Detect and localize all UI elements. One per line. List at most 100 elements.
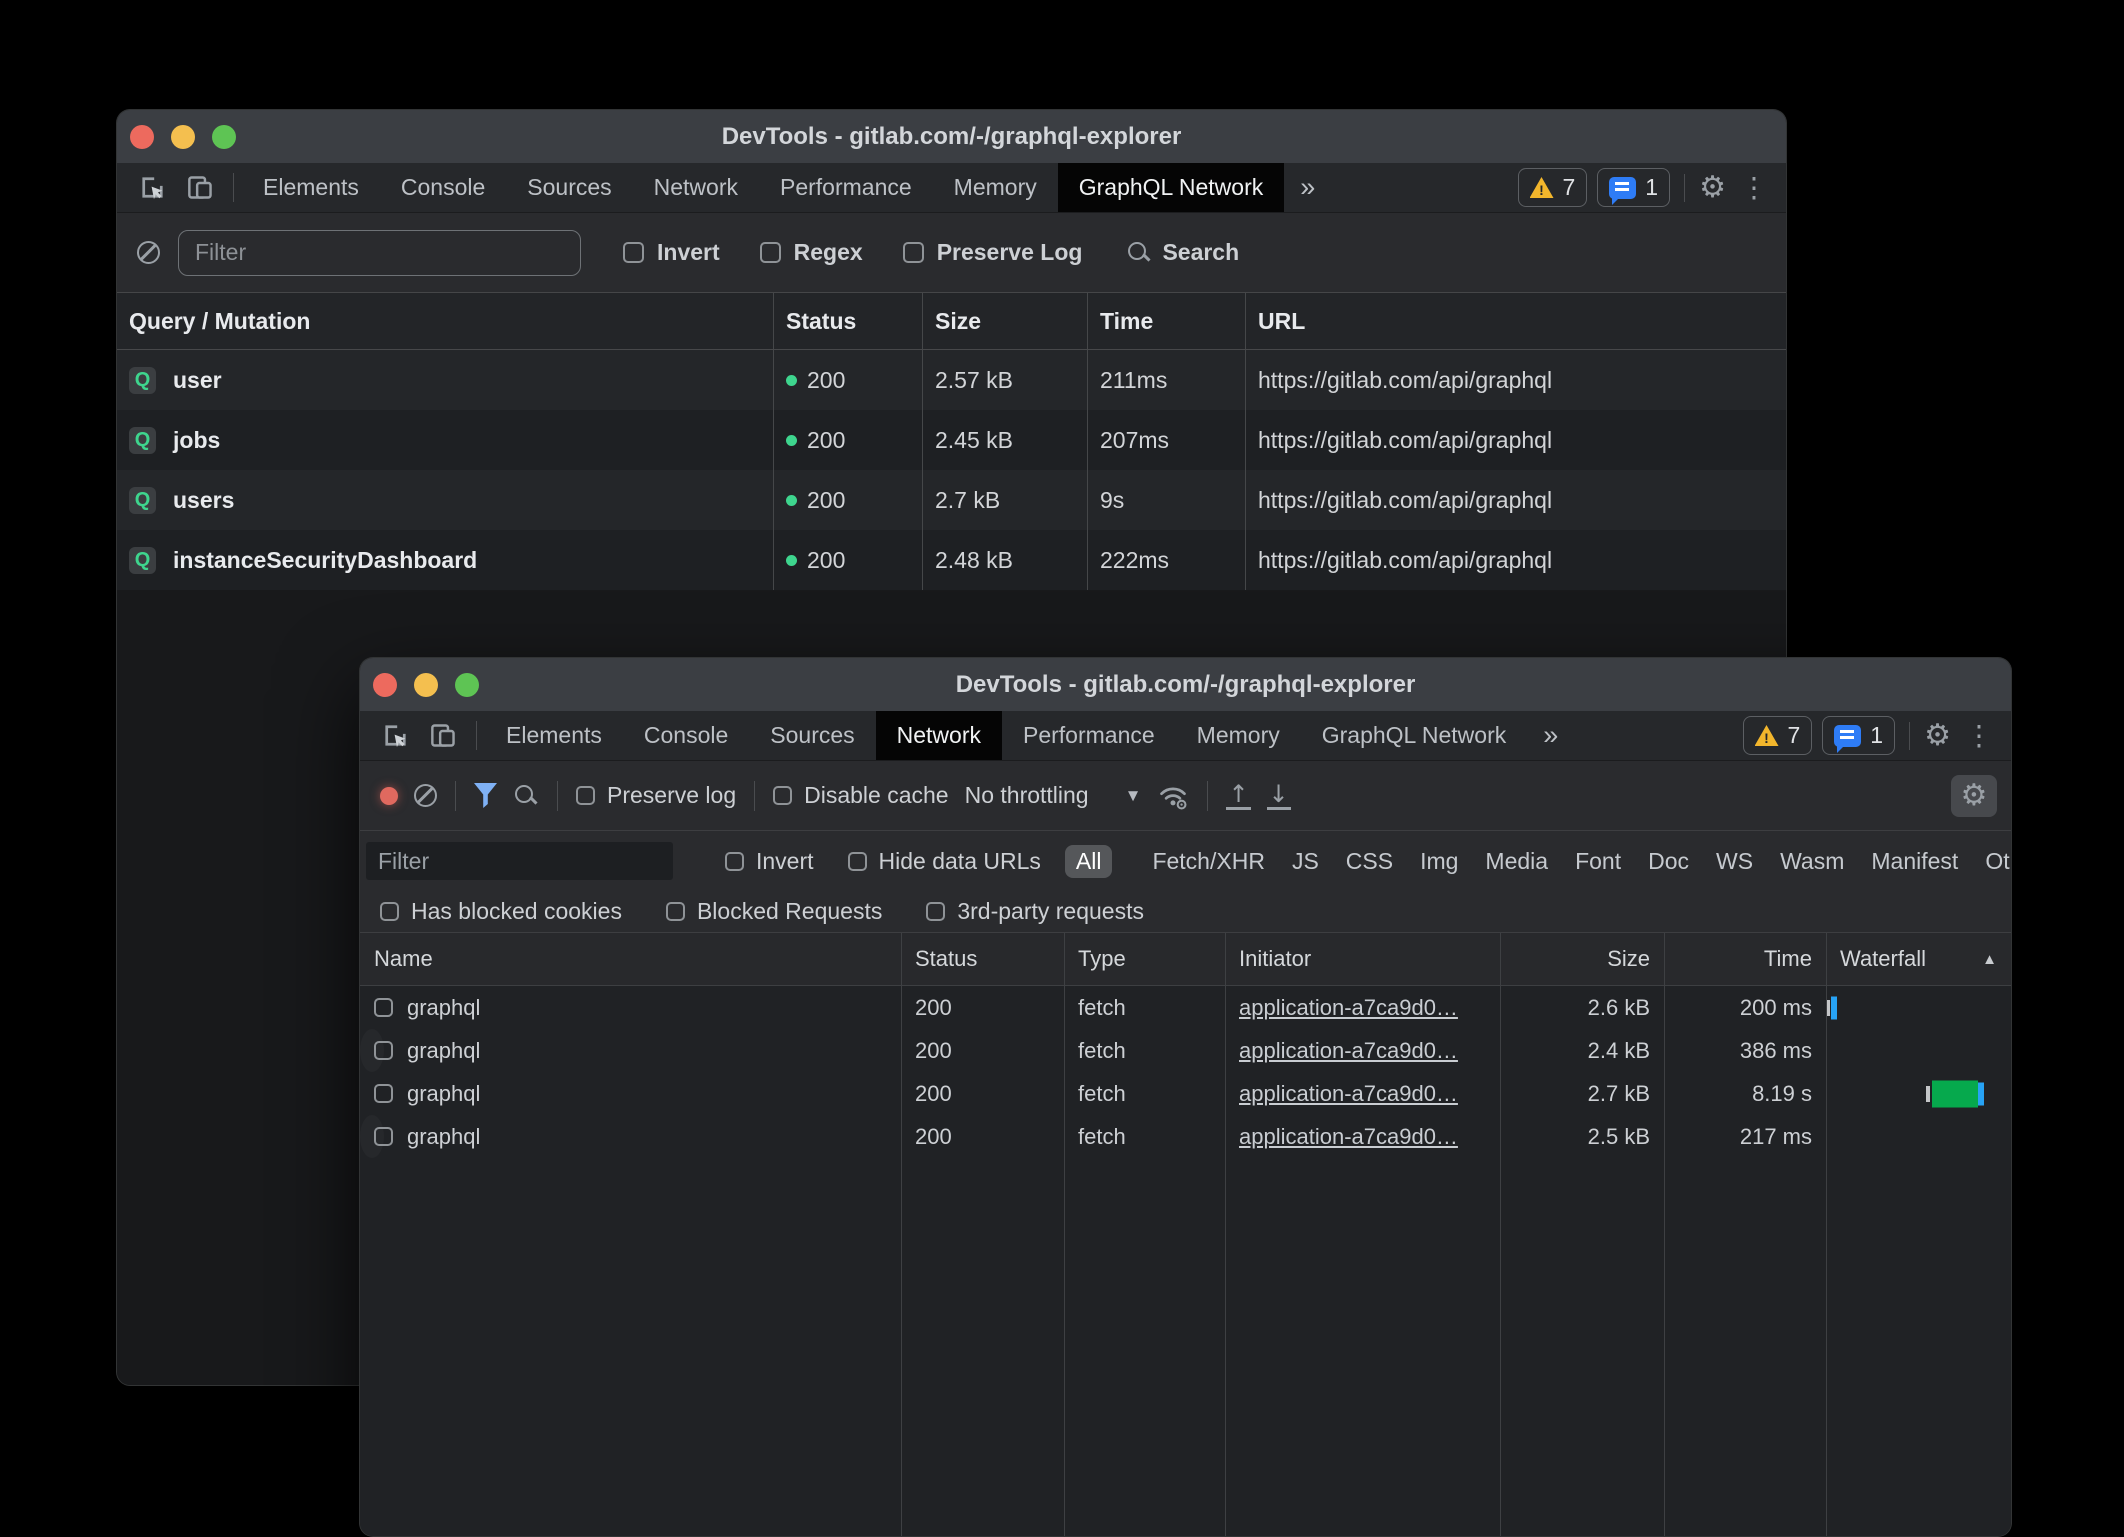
filter-funnel-icon[interactable] <box>474 783 497 808</box>
checkbox-icon[interactable] <box>623 242 644 263</box>
disable-cache-checkbox[interactable]: Disable cache <box>773 782 948 809</box>
more-tabs-chevron[interactable]: » <box>1284 163 1331 212</box>
search-icon[interactable] <box>513 783 539 809</box>
column-header-name[interactable]: Name <box>360 933 901 985</box>
tab-memory[interactable]: Memory <box>933 163 1058 212</box>
throttling-dropdown[interactable]: No throttling ▼ <box>965 782 1142 809</box>
network-conditions-icon[interactable] <box>1157 782 1189 810</box>
preserve-log-checkbox[interactable]: Preserve Log <box>903 239 1083 266</box>
initiator-link[interactable]: application-a7ca9d0… <box>1239 1124 1458 1150</box>
blocked-requests-checkbox[interactable]: Blocked Requests <box>666 898 882 925</box>
checkbox-icon[interactable] <box>725 852 744 871</box>
filter-type-media[interactable]: Media <box>1485 848 1548 875</box>
checkbox-icon[interactable] <box>576 786 595 805</box>
settings-gear-icon[interactable]: ⚙ <box>1699 173 1726 203</box>
tab-console[interactable]: Console <box>380 163 506 212</box>
filter-type-wasm[interactable]: Wasm <box>1780 848 1844 875</box>
tab-console[interactable]: Console <box>623 711 749 760</box>
table-row[interactable]: Q instanceSecurityDashboard 200 2.48 kB … <box>117 530 1786 590</box>
device-toolbar-icon[interactable] <box>419 711 468 760</box>
column-header-size[interactable]: Size <box>923 293 1088 349</box>
row-checkbox[interactable] <box>374 1127 393 1146</box>
invert-checkbox[interactable]: Invert <box>725 848 814 875</box>
issues-badge[interactable]: 1 <box>1597 168 1670 207</box>
settings-gear-icon[interactable]: ⚙ <box>1924 721 1951 751</box>
hide-data-urls-checkbox[interactable]: Hide data URLs <box>848 848 1041 875</box>
column-header-time[interactable]: Time <box>1664 933 1826 985</box>
tab-memory[interactable]: Memory <box>1176 711 1301 760</box>
checkbox-icon[interactable] <box>773 786 792 805</box>
initiator-link[interactable]: application-a7ca9d0… <box>1239 995 1458 1021</box>
inspect-element-icon[interactable] <box>129 163 176 212</box>
search-button[interactable]: Search <box>1126 239 1239 266</box>
filter-type-doc[interactable]: Doc <box>1648 848 1689 875</box>
third-party-requests-checkbox[interactable]: 3rd-party requests <box>926 898 1144 925</box>
titlebar[interactable]: DevTools - gitlab.com/-/graphql-explorer <box>117 110 1786 163</box>
column-header-url[interactable]: URL <box>1246 293 1786 349</box>
checkbox-icon[interactable] <box>903 242 924 263</box>
tab-network[interactable]: Network <box>633 163 759 212</box>
checkbox-icon[interactable] <box>666 902 685 921</box>
has-blocked-cookies-checkbox[interactable]: Has blocked cookies <box>380 898 622 925</box>
regex-checkbox[interactable]: Regex <box>760 239 863 266</box>
column-header-initiator[interactable]: Initiator <box>1225 933 1500 985</box>
record-button[interactable] <box>380 787 398 805</box>
table-row[interactable]: Q jobs 200 2.45 kB 207ms https://gitlab.… <box>117 410 1786 470</box>
minimize-button[interactable] <box>171 125 195 149</box>
column-header-type[interactable]: Type <box>1064 933 1225 985</box>
import-har-icon[interactable]: ↑ <box>1226 782 1250 810</box>
checkbox-icon[interactable] <box>380 902 399 921</box>
tab-performance[interactable]: Performance <box>1002 711 1176 760</box>
row-checkbox[interactable] <box>374 1041 393 1060</box>
network-settings-button[interactable]: ⚙ <box>1951 775 1997 817</box>
preserve-log-checkbox[interactable]: Preserve log <box>576 782 736 809</box>
export-har-icon[interactable]: ↓ <box>1267 782 1291 810</box>
device-toolbar-icon[interactable] <box>176 163 225 212</box>
request-row[interactable]: graphql 200 fetch application-a7ca9d0… 2… <box>360 1072 2011 1115</box>
warnings-badge[interactable]: 7 <box>1518 168 1588 207</box>
clear-icon[interactable] <box>137 241 160 264</box>
tab-sources[interactable]: Sources <box>749 711 875 760</box>
filter-input[interactable] <box>178 230 581 276</box>
table-row[interactable]: Q users 200 2.7 kB 9s https://gitlab.com… <box>117 470 1786 530</box>
checkbox-icon[interactable] <box>848 852 867 871</box>
titlebar[interactable]: DevTools - gitlab.com/-/graphql-explorer <box>360 658 2011 711</box>
tab-graphql-network[interactable]: GraphQL Network <box>1058 163 1285 212</box>
filter-type-css[interactable]: CSS <box>1346 848 1393 875</box>
zoom-button[interactable] <box>212 125 236 149</box>
close-button[interactable] <box>373 673 397 697</box>
minimize-button[interactable] <box>414 673 438 697</box>
close-button[interactable] <box>130 125 154 149</box>
filter-type-ws[interactable]: WS <box>1716 848 1753 875</box>
tab-network[interactable]: Network <box>876 711 1002 760</box>
column-header-status[interactable]: Status <box>901 933 1064 985</box>
tab-elements[interactable]: Elements <box>242 163 380 212</box>
table-row[interactable]: Q user 200 2.57 kB 211ms https://gitlab.… <box>117 350 1786 410</box>
tab-graphql-network[interactable]: GraphQL Network <box>1301 711 1528 760</box>
filter-type-all[interactable]: All <box>1065 845 1113 878</box>
request-row[interactable]: graphql 200 fetch application-a7ca9d0… 2… <box>360 986 2011 1029</box>
row-checkbox[interactable] <box>374 1084 393 1103</box>
initiator-link[interactable]: application-a7ca9d0… <box>1239 1038 1458 1064</box>
filter-type-fetch-xhr[interactable]: Fetch/XHR <box>1152 848 1264 875</box>
column-header-query-mutation[interactable]: Query / Mutation <box>117 293 774 349</box>
warnings-badge[interactable]: 7 <box>1743 716 1813 755</box>
invert-checkbox[interactable]: Invert <box>623 239 720 266</box>
tab-elements[interactable]: Elements <box>485 711 623 760</box>
initiator-link[interactable]: application-a7ca9d0… <box>1239 1081 1458 1107</box>
filter-type-manifest[interactable]: Manifest <box>1871 848 1958 875</box>
request-row[interactable]: graphql 200 fetch application-a7ca9d0… 2… <box>360 1115 384 1158</box>
more-options-icon[interactable]: ⋮ <box>1961 722 1997 750</box>
inspect-element-icon[interactable] <box>372 711 419 760</box>
row-checkbox[interactable] <box>374 998 393 1017</box>
filter-type-font[interactable]: Font <box>1575 848 1621 875</box>
column-header-time[interactable]: Time <box>1088 293 1246 349</box>
tab-sources[interactable]: Sources <box>506 163 632 212</box>
filter-type-js[interactable]: JS <box>1292 848 1319 875</box>
request-row[interactable]: graphql 200 fetch application-a7ca9d0… 2… <box>360 1029 384 1072</box>
filter-type-img[interactable]: Img <box>1420 848 1458 875</box>
column-header-waterfall[interactable]: Waterfall ▲ <box>1826 933 2011 985</box>
column-header-size[interactable]: Size <box>1500 933 1664 985</box>
zoom-button[interactable] <box>455 673 479 697</box>
more-options-icon[interactable]: ⋮ <box>1736 174 1772 202</box>
